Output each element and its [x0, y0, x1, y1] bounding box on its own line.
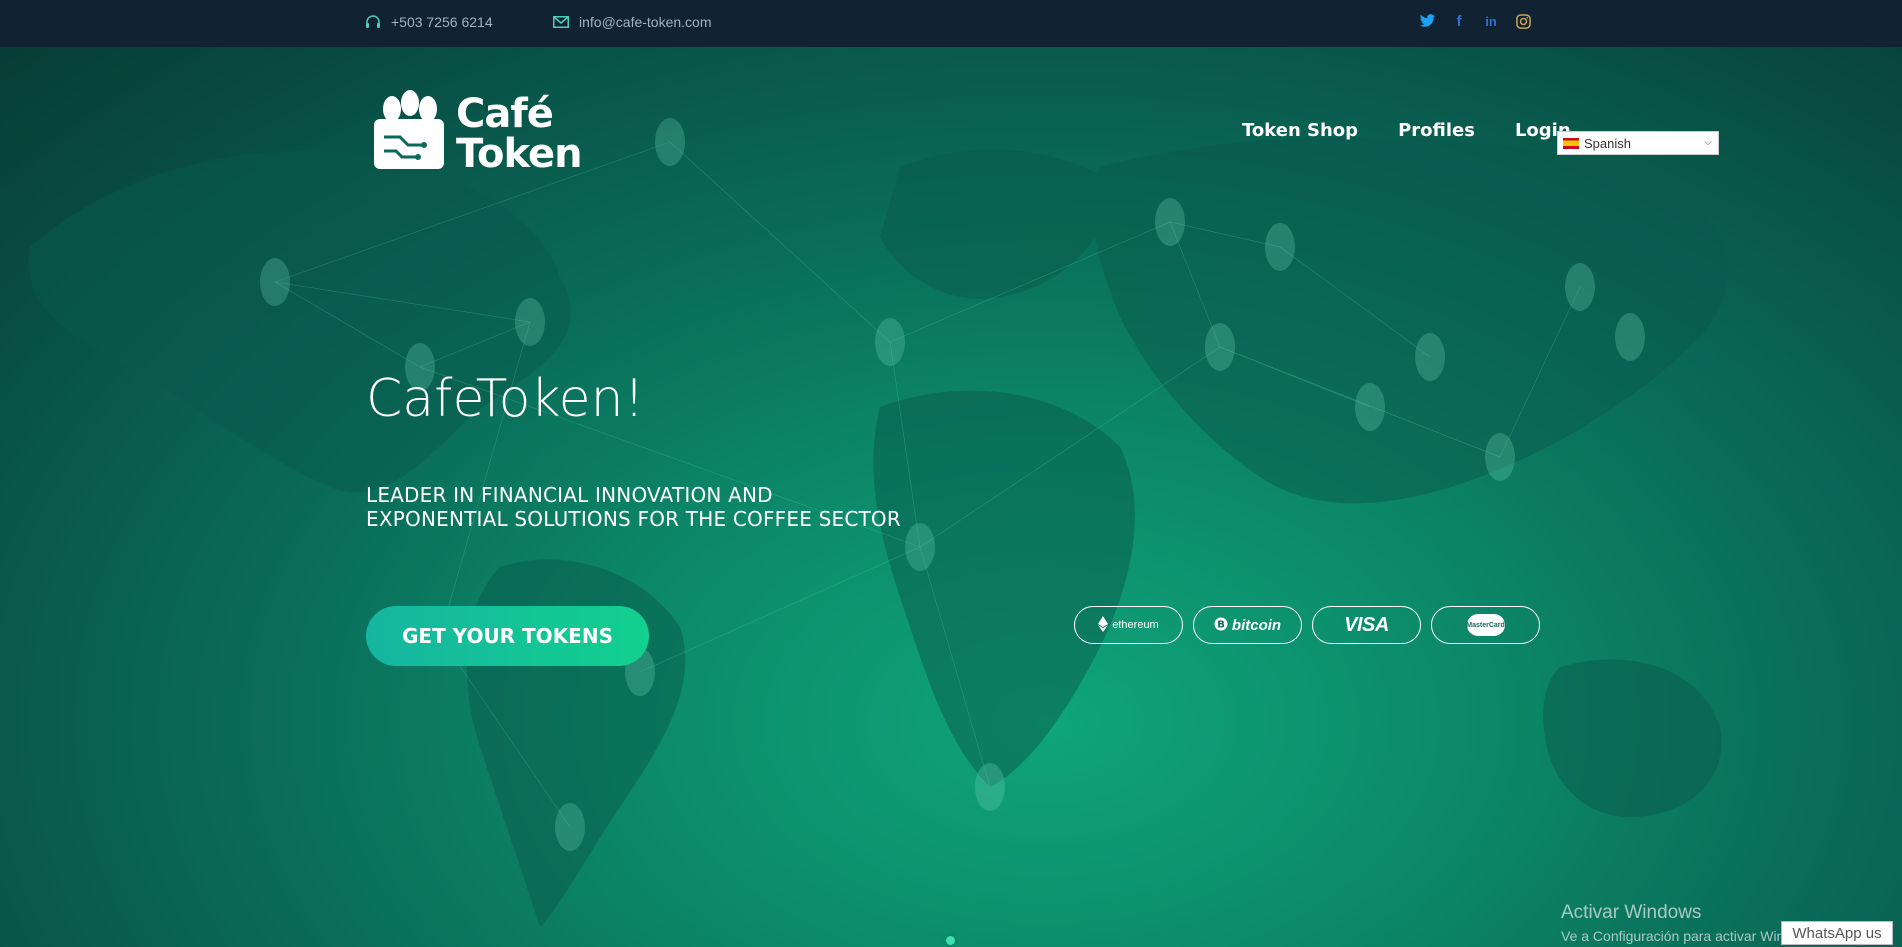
bitcoin-label: bitcoin	[1231, 616, 1282, 634]
spain-flag-icon	[1563, 137, 1579, 149]
bitcoin-icon: B	[1214, 617, 1228, 634]
logo-text: Café Token	[456, 90, 583, 177]
ethereum-badge[interactable]: ethereum	[1074, 606, 1183, 644]
hero-section: Café Token Token Shop Profiles Login Spa…	[0, 47, 1902, 947]
whatsapp-button[interactable]: WhatsApp us	[1781, 921, 1893, 945]
subtitle-line-1: LEADER IN FINANCIAL INNOVATION AND	[366, 483, 773, 507]
scroll-indicator[interactable]	[943, 933, 958, 947]
facebook-icon[interactable]: f	[1450, 12, 1468, 30]
get-tokens-button[interactable]: GET YOUR TOKENS	[366, 606, 649, 666]
mastercard-icon: MasterCard	[1466, 614, 1505, 636]
language-select[interactable]: Spanish ⌵	[1557, 131, 1719, 155]
nav-token-shop[interactable]: Token Shop	[1242, 120, 1358, 141]
email-contact[interactable]: info@cafe-token.com	[553, 14, 712, 30]
cafe-token-logo[interactable]: Café Token	[370, 87, 583, 180]
logo-line-1: Café	[456, 90, 554, 137]
main-nav: Token Shop Profiles Login	[1242, 120, 1571, 141]
coffee-wallet-icon	[370, 87, 448, 180]
hero-title: CafeToken!	[366, 369, 645, 429]
linkedin-icon[interactable]: in	[1482, 12, 1500, 30]
hero-subtitle: LEADER IN FINANCIAL INNOVATION AND EXPON…	[366, 483, 966, 531]
twitter-icon[interactable]	[1418, 12, 1436, 30]
email-address: info@cafe-token.com	[579, 14, 712, 30]
phone-number: +503 7256 6214	[391, 14, 493, 30]
visa-label: VISA	[1344, 613, 1389, 636]
payment-methods: ethereum B bitcoin VISA MasterCard	[1074, 606, 1540, 644]
language-label: Spanish	[1584, 135, 1631, 151]
nav-profiles[interactable]: Profiles	[1398, 120, 1475, 141]
svg-text:B: B	[1217, 619, 1225, 630]
subtitle-line-2: EXPONENTIAL SOLUTIONS FOR THE COFFEE SEC…	[366, 507, 901, 531]
phone-contact[interactable]: +503 7256 6214	[365, 14, 493, 30]
mastercard-badge[interactable]: MasterCard	[1431, 606, 1540, 644]
social-links: f in	[1418, 12, 1532, 30]
logo-line-2: Token	[456, 130, 583, 177]
envelope-icon	[553, 16, 569, 28]
visa-badge[interactable]: VISA	[1312, 606, 1421, 644]
top-bar: +503 7256 6214 info@cafe-token.com f in	[0, 0, 1902, 47]
bitcoin-badge[interactable]: B bitcoin	[1193, 606, 1302, 644]
instagram-icon[interactable]	[1514, 12, 1532, 30]
ethereum-icon	[1098, 615, 1109, 635]
ethereum-label: ethereum	[1112, 619, 1159, 631]
chevron-down-icon: ⌵	[1704, 137, 1712, 148]
headset-icon	[365, 14, 381, 30]
